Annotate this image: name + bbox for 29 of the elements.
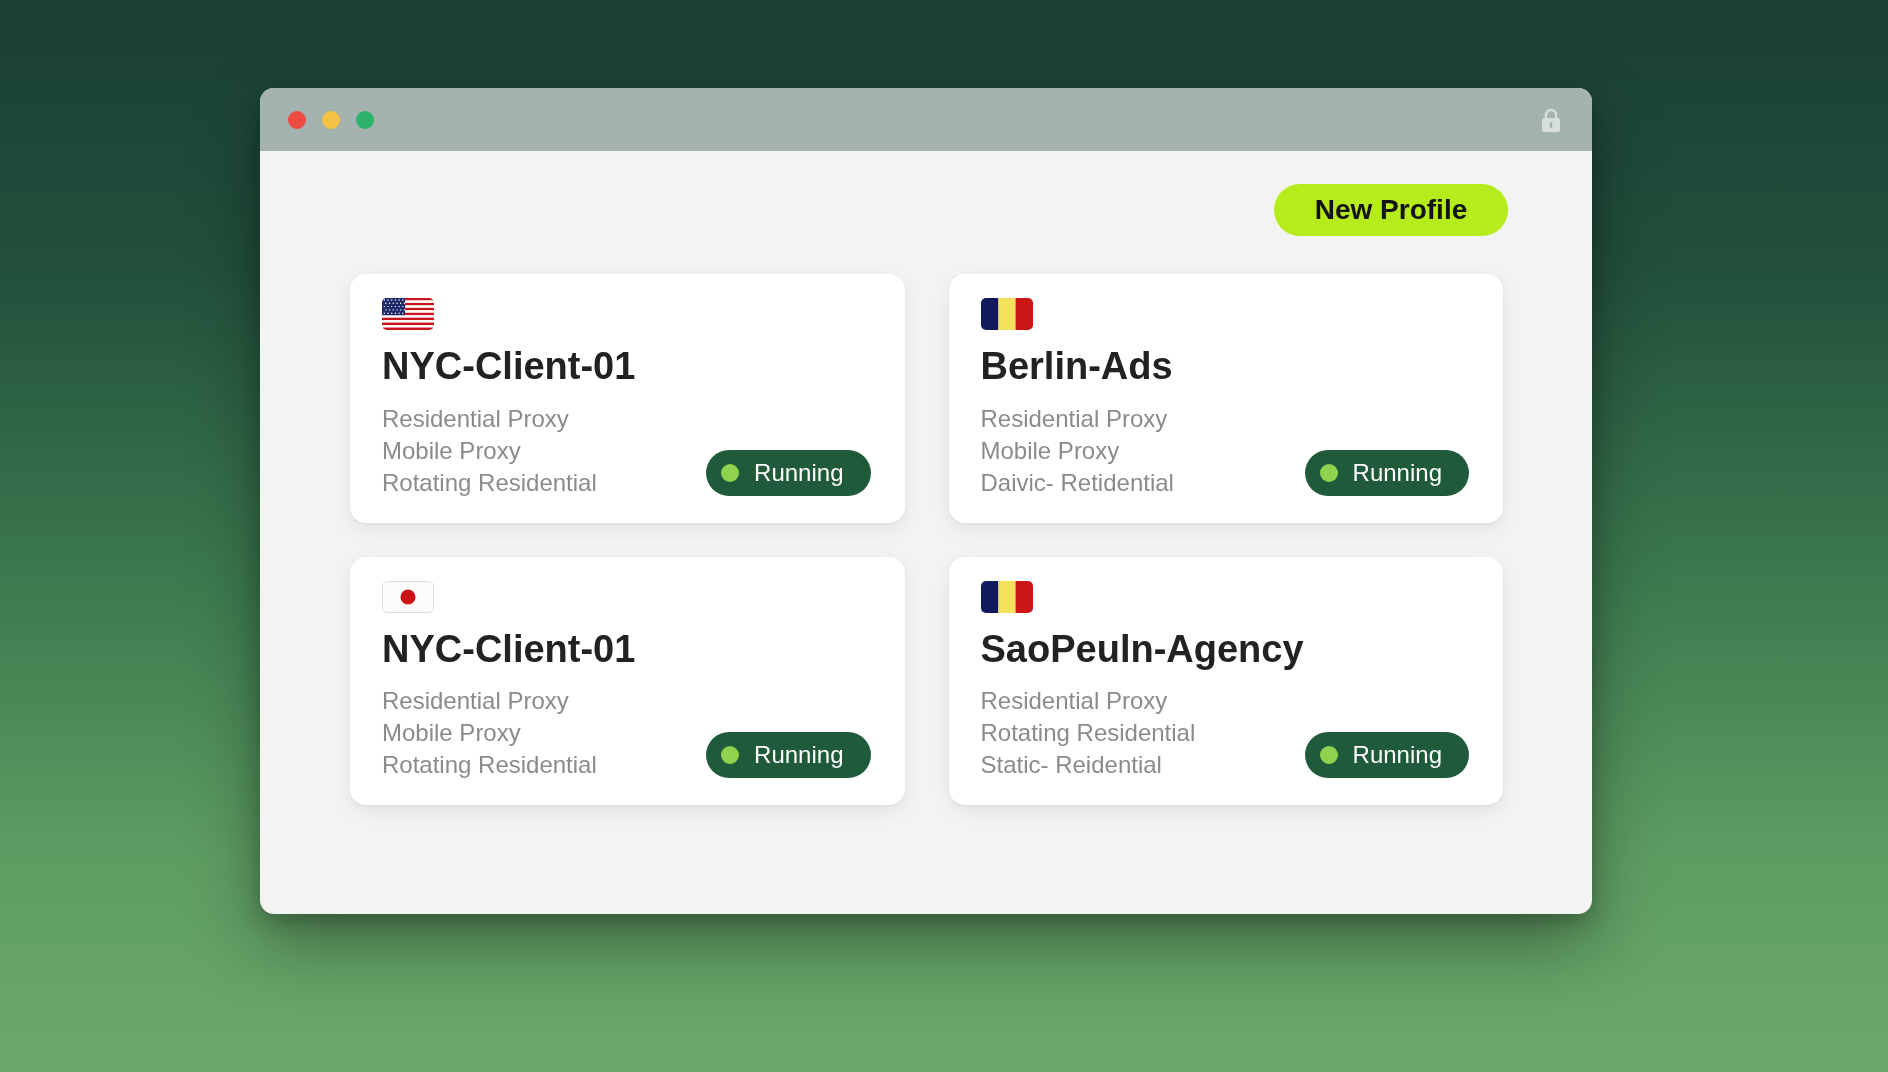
status-label: Running [1352,460,1442,485]
status-label: Running [754,743,844,768]
proxy-type-text: Rotating Residential [980,718,1196,749]
profile-name: NYC-Client-01 [382,626,636,672]
proxy-type-text: Static- Reidential [980,750,1162,781]
status-label: Running [754,460,844,485]
status-label: Running [1352,743,1442,768]
minimize-icon[interactable] [322,110,340,129]
status-dot-icon [721,746,740,765]
proxy-type-text: Rotating Residential [382,750,597,781]
maximize-icon[interactable] [356,110,374,129]
profile-name: SaoPeuln-Agency [980,626,1304,672]
proxy-type-text: Residential Proxy [382,686,569,717]
proxy-type-text: Daivic- Retidential [980,467,1174,498]
proxy-type-text: Residential Proxy [980,686,1168,717]
lock-icon [1542,107,1560,132]
proxy-type-text: Residential Proxy [382,403,569,434]
profile-name: Berlin-Ads [980,344,1173,389]
status-dot-icon [1319,746,1338,765]
close-icon[interactable] [288,110,306,129]
proxy-type-text: Rotating Residential [382,467,597,498]
proxy-type-text: Mobile Proxy [980,435,1120,466]
profile-name: NYC-Client-01 [382,344,636,389]
proxy-type-text: Mobile Proxy [382,718,521,749]
new-profile-button[interactable]: New Profile [1274,184,1508,236]
proxy-type-text: Mobile Proxy [382,435,521,466]
status-dot-icon [1319,463,1338,482]
proxy-type-text: Residential Proxy [980,403,1168,434]
status-dot-icon [721,463,740,482]
